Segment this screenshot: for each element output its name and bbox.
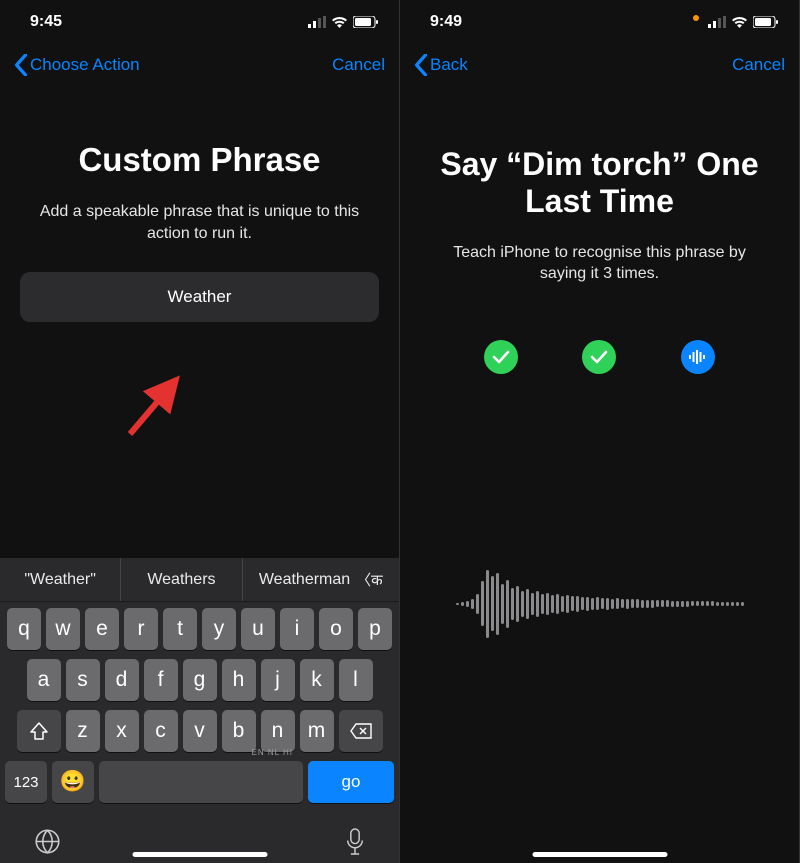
- recording-indicator-icon: [693, 15, 699, 21]
- page-subtitle: Teach iPhone to recognise this phrase by…: [420, 242, 779, 285]
- page-subtitle: Add a speakable phrase that is unique to…: [20, 201, 379, 244]
- suggestion-1[interactable]: "Weather": [0, 558, 121, 601]
- key-l[interactable]: l: [339, 659, 373, 701]
- key-n[interactable]: n: [261, 710, 295, 752]
- key-b[interactable]: b: [222, 710, 256, 752]
- status-time: 9:49: [430, 13, 462, 31]
- key-v[interactable]: v: [183, 710, 217, 752]
- progress-recording: [681, 340, 715, 374]
- nav-bar: Choose Action Cancel: [0, 44, 399, 86]
- key-e[interactable]: e: [85, 608, 119, 650]
- home-indicator[interactable]: [532, 852, 667, 857]
- back-label: Choose Action: [30, 55, 140, 75]
- audio-waveform: [426, 564, 774, 644]
- emoji-icon: 😀: [60, 770, 86, 794]
- key-k[interactable]: k: [300, 659, 334, 701]
- key-o[interactable]: o: [319, 608, 353, 650]
- key-x[interactable]: x: [105, 710, 139, 752]
- nav-bar: Back Cancel: [400, 44, 799, 86]
- key-f[interactable]: f: [144, 659, 178, 701]
- cancel-button[interactable]: Cancel: [732, 55, 785, 75]
- phrase-input-value: Weather: [168, 287, 232, 307]
- status-icons: [708, 16, 779, 28]
- keyboard: "Weather" Weathers Weatherman 〈क qwertyu…: [0, 558, 399, 863]
- progress-done-1: [484, 340, 518, 374]
- space-hint: EN NL HI: [252, 748, 294, 757]
- chevron-left-icon: [414, 54, 428, 76]
- key-c[interactable]: c: [144, 710, 178, 752]
- key-h[interactable]: h: [222, 659, 256, 701]
- key-w[interactable]: w: [46, 608, 80, 650]
- key-p[interactable]: p: [358, 608, 392, 650]
- phrase-input[interactable]: Weather: [20, 272, 379, 322]
- suggestion-3[interactable]: Weatherman 〈क: [243, 558, 399, 601]
- phone-right: 9:49 Back Cancel Say “Dim torch” One Las…: [400, 0, 800, 863]
- back-button[interactable]: Choose Action: [14, 54, 140, 76]
- key-r[interactable]: r: [124, 608, 158, 650]
- home-indicator[interactable]: [132, 852, 267, 857]
- go-key[interactable]: go: [308, 761, 394, 803]
- waveform-icon: [688, 350, 708, 364]
- phone-left: 9:45 Choose Action Cancel Custom Phrase …: [0, 0, 400, 863]
- status-bar: 9:49: [400, 0, 799, 44]
- key-q[interactable]: q: [7, 608, 41, 650]
- space-key[interactable]: [99, 761, 303, 803]
- shift-icon: [29, 722, 49, 740]
- key-y[interactable]: y: [202, 608, 236, 650]
- key-j[interactable]: j: [261, 659, 295, 701]
- key-a[interactable]: a: [27, 659, 61, 701]
- progress-row: [420, 340, 779, 374]
- backspace-key[interactable]: [339, 710, 383, 752]
- key-m[interactable]: m: [300, 710, 334, 752]
- pointer-arrow-icon: [118, 362, 198, 442]
- check-icon: [590, 350, 608, 364]
- status-bar: 9:45: [0, 0, 399, 44]
- key-d[interactable]: d: [105, 659, 139, 701]
- numbers-key[interactable]: 123: [5, 761, 47, 803]
- back-button[interactable]: Back: [414, 54, 468, 76]
- key-g[interactable]: g: [183, 659, 217, 701]
- page-title: Custom Phrase: [20, 141, 379, 179]
- emoji-key[interactable]: 😀: [52, 761, 94, 803]
- shift-key[interactable]: [17, 710, 61, 752]
- content: Say “Dim torch” One Last Time Teach iPho…: [400, 86, 799, 374]
- globe-icon[interactable]: [34, 828, 61, 855]
- progress-done-2: [582, 340, 616, 374]
- key-u[interactable]: u: [241, 608, 275, 650]
- suggestion-2[interactable]: Weathers: [121, 558, 242, 601]
- key-t[interactable]: t: [163, 608, 197, 650]
- cancel-button[interactable]: Cancel: [332, 55, 385, 75]
- status-time: 9:45: [30, 13, 62, 31]
- key-grid: qwertyuiop asdfghjkl zxcvbnm 123 😀 go: [0, 602, 399, 816]
- key-s[interactable]: s: [66, 659, 100, 701]
- status-icons: [308, 16, 379, 28]
- content: Custom Phrase Add a speakable phrase tha…: [0, 86, 399, 322]
- mic-icon[interactable]: [345, 828, 365, 855]
- key-z[interactable]: z: [66, 710, 100, 752]
- back-label: Back: [430, 55, 468, 75]
- backspace-icon: [350, 723, 372, 739]
- page-title: Say “Dim torch” One Last Time: [420, 146, 779, 220]
- key-i[interactable]: i: [280, 608, 314, 650]
- chevron-left-icon: [14, 54, 28, 76]
- check-icon: [492, 350, 510, 364]
- suggestion-bar: "Weather" Weathers Weatherman 〈क: [0, 558, 399, 602]
